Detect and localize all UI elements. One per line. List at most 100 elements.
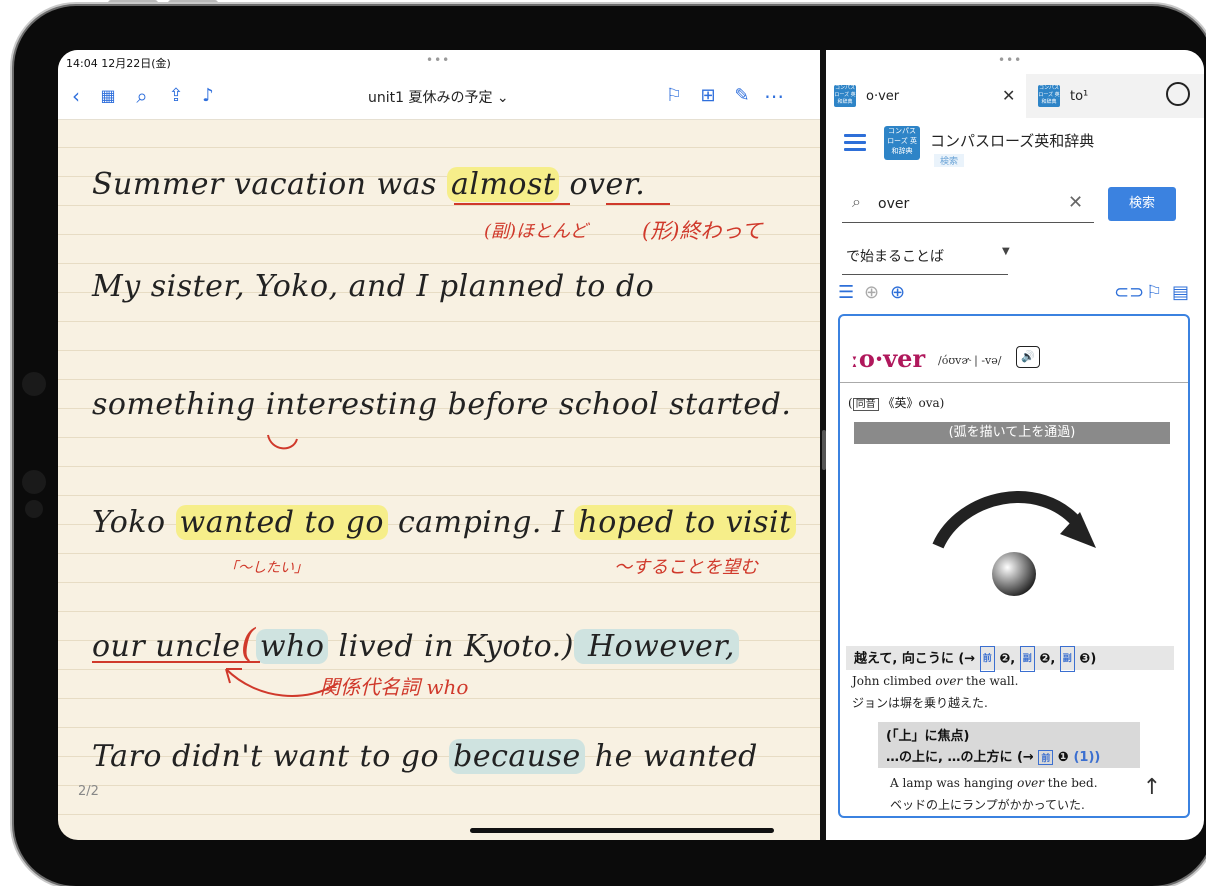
collapse-icon[interactable]: ☰: [838, 282, 854, 303]
example-en: John climbed over the wall.: [852, 674, 1018, 688]
bookmark-icon[interactable]: ⚐: [662, 84, 686, 108]
dictionary-name: コンパスローズ英和辞典: [930, 132, 1095, 150]
camera-dot: [25, 500, 43, 518]
sense-text: 越えて, 向こうに (→: [854, 651, 976, 667]
highlight-yellow: wanted to go: [175, 505, 388, 540]
chevron-down-icon: ▼: [1002, 246, 1010, 257]
handwriting-line: Taro didn't want to go because he wanted: [92, 739, 758, 774]
line-text: [559, 167, 569, 202]
annotation: ～することを望む: [614, 557, 758, 578]
more-icon[interactable]: ⋯: [762, 84, 786, 108]
line-text: Yoko: [92, 505, 176, 540]
highlight-yellow: hoped to visit: [574, 505, 796, 540]
handwriting-line: something interesting before school star…: [92, 387, 792, 422]
prev-entry-icon[interactable]: ⊕: [864, 282, 879, 303]
sense-ref[interactable]: 副: [1019, 646, 1035, 672]
handwriting-line: our uncle(who lived in Kyoto.) However,: [92, 621, 739, 665]
app-header: コンパス ローズ 英和辞典 コンパスローズ英和辞典 検索: [826, 118, 1204, 172]
bookmark-icon[interactable]: ⚐: [1146, 282, 1162, 303]
arc-illustration: [932, 491, 1096, 596]
example-en: A lamp was hanging over the bed.: [890, 776, 1098, 790]
sense-ref[interactable]: 前: [979, 646, 995, 672]
search-mode-select[interactable]: で始まることば ▼: [842, 238, 1010, 275]
homophone-text: 《英》ova): [882, 396, 945, 410]
line-text: he wanted: [584, 739, 758, 774]
annotation: (副)ほとんど: [484, 221, 588, 242]
link-icon[interactable]: ⊂⊃: [1114, 282, 1144, 303]
close-icon[interactable]: ✕: [1002, 86, 1015, 105]
example-keyword: over: [935, 674, 963, 688]
camera-dot: [22, 372, 46, 396]
speaker-icon[interactable]: 🔊: [1016, 346, 1040, 368]
clear-icon[interactable]: ✕: [1068, 192, 1083, 213]
handwriting-line: Yoko wanted to go camping. I hoped to vi…: [92, 505, 796, 540]
sense-num: ❷: [1039, 651, 1051, 667]
tab-to[interactable]: コンパス ローズ 英和辞典 to¹: [1034, 74, 1144, 118]
entry-content[interactable]: ːo·ver /óʊvɚ | -və/ 🔊 (同音 《英》ova) (弧を描いて…: [838, 314, 1190, 818]
scroll-top-icon[interactable]: ↑: [1136, 772, 1168, 804]
underline: [606, 203, 670, 205]
underline: [454, 203, 570, 205]
multitask-dots[interactable]: •••: [998, 53, 1022, 67]
paren-mark: (: [240, 621, 256, 665]
line-text: camping. I: [387, 505, 575, 540]
sense-num: ❸: [1079, 651, 1091, 667]
note-title[interactable]: unit1 夏休みの予定 ⌄: [368, 87, 509, 107]
add-page-icon[interactable]: ⊞: [696, 84, 720, 108]
dict-logo-icon: コンパス ローズ 英和辞典: [1038, 85, 1060, 107]
focus-box: (「上」に焦点) …の上に, …の上方に (→ 前 ❶ (1)): [878, 722, 1140, 768]
dictionary-subtitle: 検索: [934, 154, 965, 167]
share-icon[interactable]: ⇪: [164, 84, 188, 108]
handwriting-line: My sister, Yoko, and I planned to do: [92, 269, 655, 304]
line-text: Taro didn't want to go: [92, 739, 450, 774]
homophone-note: (同音 《英》ova): [848, 396, 945, 411]
dict-logo-icon: コンパス ローズ 英和辞典: [834, 85, 856, 107]
focus-text: …の上に, …の上方に (→: [886, 750, 1034, 765]
annotation: (形)終わって: [642, 219, 763, 243]
annotation: 「～したい」: [224, 560, 308, 576]
note-page[interactable]: Summer vacation was almost over. (副)ほとんど…: [58, 119, 820, 840]
search-icon[interactable]: ⌕: [130, 84, 154, 108]
example-keyword: over: [1017, 776, 1044, 790]
highlight-teal: However,: [573, 629, 739, 664]
grid-icon[interactable]: ▦: [96, 84, 120, 108]
search-input[interactable]: over: [878, 196, 909, 212]
link-mark: [267, 434, 298, 450]
highlight-teal: because: [449, 739, 585, 774]
camera-dot: [22, 470, 46, 494]
dict-logo-icon: コンパス ローズ 英和辞典: [884, 126, 920, 160]
example-ja: ベッドの上にランプがかかっていた.: [890, 798, 1085, 812]
tab-bar: コンパス ローズ 英和辞典 o·ver ✕ コンパス ローズ 英和辞典 to¹: [826, 74, 1204, 119]
mic-icon[interactable]: ♪: [196, 84, 220, 108]
pen-icon[interactable]: ✎: [730, 84, 754, 108]
next-entry-icon[interactable]: ⊕: [890, 282, 905, 303]
page-indicator: 2/2: [78, 784, 99, 799]
line-text: lived in Kyoto.): [328, 629, 574, 664]
line-text: Summer vacation was: [92, 167, 447, 202]
multitask-dots[interactable]: •••: [426, 53, 450, 67]
sense-link[interactable]: (1)): [1073, 750, 1100, 765]
note-icon[interactable]: ▤: [1172, 282, 1189, 303]
search-mode-label: で始まることば: [846, 249, 944, 265]
headword: ːo·ver: [850, 344, 926, 373]
line-text: our uncle: [92, 629, 241, 664]
highlight-yellow: almost: [447, 167, 560, 202]
search-button[interactable]: 検索: [1108, 187, 1176, 221]
search-field[interactable]: ⌕ over ✕: [842, 184, 1094, 223]
focus-sense: …の上に, …の上方に (→ 前 ❶ (1)): [886, 746, 1100, 765]
account-icon[interactable]: [1166, 82, 1190, 106]
screen: 14:04 12月22日(金) ••• ‹ ▦ ⌕ ⇪ ♪ unit1 夏休みの…: [58, 50, 1204, 840]
pronunciation: /óʊvɚ | -və/: [938, 354, 1002, 367]
line-text: over.: [569, 167, 646, 202]
home-indicator[interactable]: [470, 828, 774, 833]
entry-nav-row: ☰ ⊕ ⊕ ⊂⊃ ⚐ ▤: [826, 278, 1204, 310]
back-icon[interactable]: ‹: [64, 84, 88, 108]
sense-ref[interactable]: 前: [1038, 750, 1054, 765]
tab-label: o·ver: [866, 89, 900, 104]
status-bar: 14:04 12月22日(金) •••: [58, 50, 820, 74]
menu-icon[interactable]: [844, 134, 866, 151]
status-time: 14:04 12月22日(金): [66, 57, 171, 70]
tab-over[interactable]: コンパス ローズ 英和辞典 o·ver ✕: [826, 74, 1026, 118]
sense-ref[interactable]: 副: [1059, 646, 1075, 672]
sense-num: ❶: [1057, 750, 1069, 765]
